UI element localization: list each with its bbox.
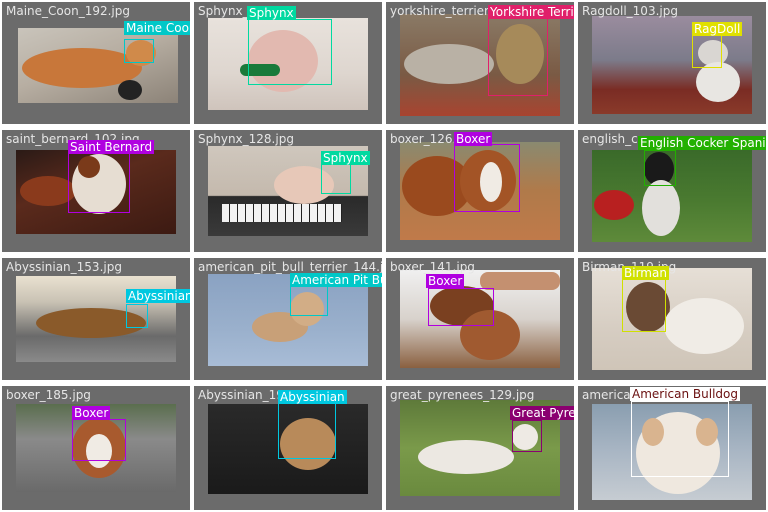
class-label: Maine Coon: [124, 21, 190, 35]
tile-abyssinian: Abyssinian_153.jpg Abyssinian: [2, 258, 190, 380]
photo: [18, 28, 178, 103]
tile-sphynx: Sphynx_ Sphynx: [194, 2, 382, 124]
bounding-box: [248, 19, 332, 85]
filename-label: Abyssinian_19: [198, 388, 284, 402]
tile-boxer: boxer_126.jpg Boxer: [386, 130, 574, 252]
filename-label: boxer_185.jpg: [6, 388, 91, 402]
tile-sphynx-2: Sphynx_128.jpg Sphynx: [194, 130, 382, 252]
tile-ragdoll: Ragdoll_103.jpg RagDoll: [578, 2, 766, 124]
tile-boxer-3: boxer_185.jpg Boxer: [2, 386, 190, 510]
class-label: Birman: [622, 266, 669, 280]
tile-maine-coon: Maine_Coon_192.jpg Maine Coon: [2, 2, 190, 124]
photo: [592, 268, 752, 370]
filename-label: boxer_141.jpg: [390, 260, 475, 274]
tile-birman: Birman_119.jpg Birman: [578, 258, 766, 380]
tile-american-pit-bull-terrier: american_pit_bull_terrier_144.jpg Americ…: [194, 258, 382, 380]
tile-yorkshire-terrier: yorkshire_terrier_ Yorkshire Terrier: [386, 2, 574, 124]
class-label: Saint Bernard: [68, 140, 155, 154]
bounding-box: [290, 286, 328, 316]
bounding-box: [488, 18, 548, 96]
class-label: RagDoll: [692, 22, 743, 36]
tile-american-bulldog: american American Bulldog: [578, 386, 766, 510]
bounding-box: [644, 150, 676, 186]
tile-great-pyrenees: great_pyrenees_129.jpg Great Pyrenees: [386, 386, 574, 510]
bounding-box: [454, 144, 520, 212]
bounding-box: [68, 153, 130, 213]
filename-label: yorkshire_terrier_: [390, 4, 495, 18]
tile-english-cocker-spaniel: english_co English Cocker Spaniel: [578, 130, 766, 252]
bounding-box: [124, 39, 154, 63]
tile-saint-bernard: saint_bernard_102.jpg Saint Bernard: [2, 130, 190, 252]
class-label: Abyssinian: [126, 289, 190, 303]
filename-label: Abyssinian_153.jpg: [6, 260, 122, 274]
bounding-box: [631, 401, 729, 477]
class-label: Boxer: [426, 274, 465, 288]
filename-label: american_pit_bull_terrier_144.jpg: [198, 260, 382, 274]
bounding-box: [428, 288, 494, 326]
tile-abyssinian-2: Abyssinian_19 Abyssinian: [194, 386, 382, 510]
filename-label: Ragdoll_103.jpg: [582, 4, 678, 18]
filename-label: great_pyrenees_129.jpg: [390, 388, 535, 402]
bounding-box: [512, 420, 542, 452]
class-label: American Pit Bull Terrier: [290, 273, 382, 287]
image-grid: Maine_Coon_192.jpg Maine Coon Sphynx_ Sp…: [0, 0, 768, 512]
filename-label: english_co: [582, 132, 646, 146]
class-label: Boxer: [72, 406, 111, 420]
bounding-box: [278, 403, 336, 459]
class-label: American Bulldog: [630, 387, 741, 401]
filename-label: Sphynx_128.jpg: [198, 132, 294, 146]
class-label: English Cocker Spaniel: [638, 136, 766, 150]
bounding-box: [126, 304, 148, 328]
class-label: Yorkshire Terrier: [488, 5, 574, 19]
tile-boxer-2: boxer_141.jpg Boxer: [386, 258, 574, 380]
class-label: Great Pyrenees: [510, 406, 574, 420]
bounding-box: [622, 278, 666, 332]
class-label: Sphynx: [247, 6, 296, 20]
bounding-box: [72, 419, 126, 461]
filename-label: Sphynx_: [198, 4, 249, 18]
filename-label: Maine_Coon_192.jpg: [6, 4, 130, 18]
bounding-box: [321, 164, 351, 194]
photo: [208, 274, 368, 366]
class-label: Boxer: [454, 132, 493, 146]
class-label: Sphynx: [321, 151, 370, 165]
class-label: Abyssinian: [278, 390, 347, 404]
